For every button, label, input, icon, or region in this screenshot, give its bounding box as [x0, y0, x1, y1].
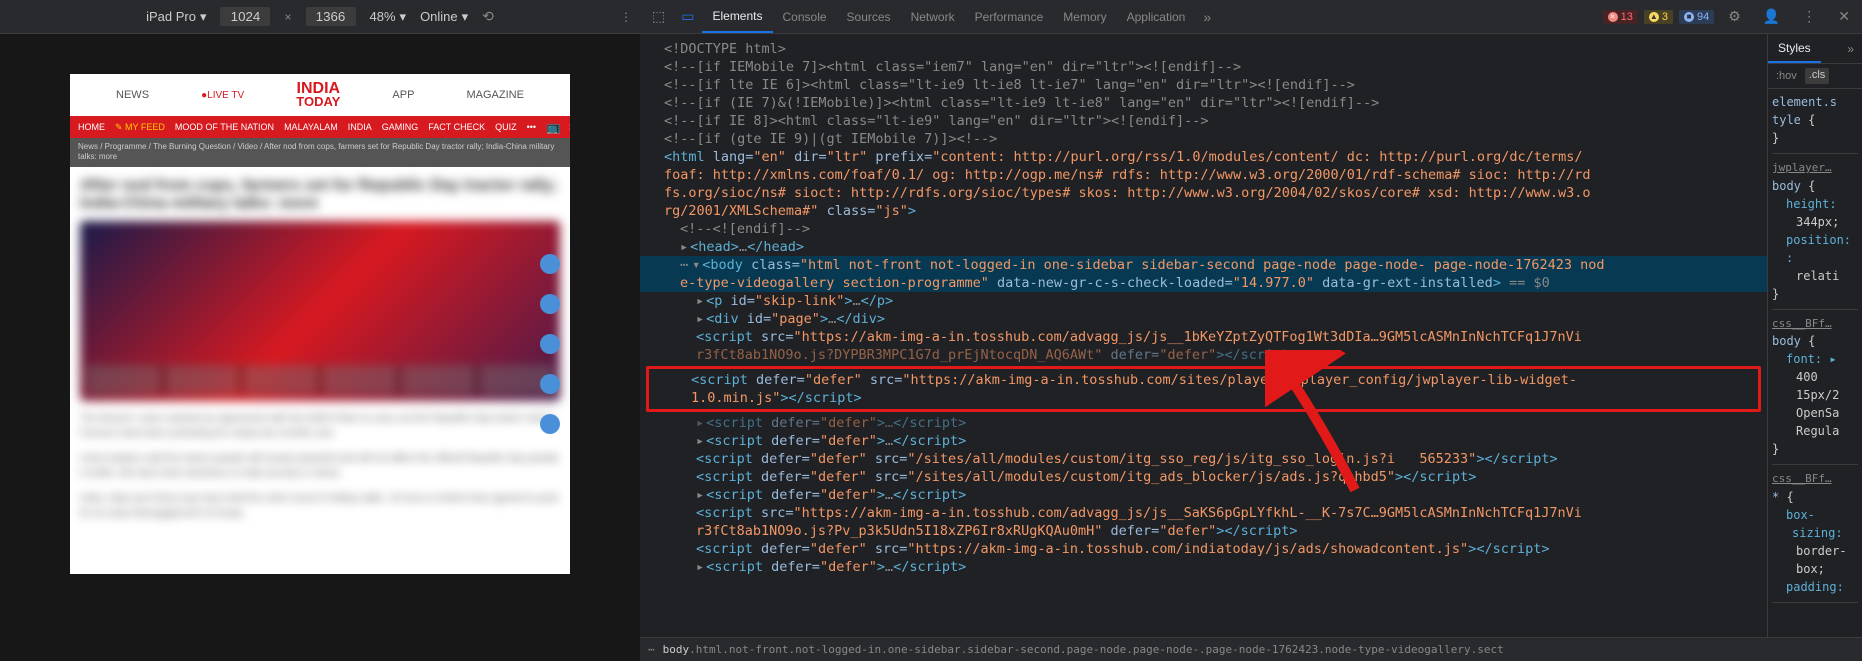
- user-icon[interactable]: 👤: [1755, 8, 1788, 25]
- kebab-menu-icon[interactable]: ⋮: [620, 10, 632, 24]
- page-div-element[interactable]: ▸<div id="page">…</div>: [640, 310, 1767, 328]
- error-badge[interactable]: ×13: [1603, 10, 1638, 24]
- info-badge[interactable]: ■94: [1679, 10, 1714, 24]
- element-breadcrumb[interactable]: ⋯ body.html.not-front.not-logged-in.one-…: [640, 637, 1862, 661]
- tv-icon[interactable]: 📺: [546, 120, 561, 134]
- site-logo[interactable]: INDIATODAY: [296, 82, 340, 108]
- em-icon[interactable]: [540, 414, 560, 434]
- tab-memory[interactable]: Memory: [1053, 2, 1116, 32]
- tab-elements[interactable]: Elements: [702, 1, 772, 33]
- html-element[interactable]: <html lang="en" dir="ltr" prefix="conten…: [640, 148, 1767, 166]
- cls-toggle[interactable]: .cls: [1805, 68, 1830, 84]
- cat-factcheck[interactable]: FACT CHECK: [428, 122, 485, 132]
- script-element[interactable]: <script src="https://akm-img-a-in.tosshu…: [640, 504, 1767, 522]
- cat-gaming[interactable]: GAMING: [382, 122, 419, 132]
- device-select[interactable]: iPad Pro ▾: [146, 9, 206, 25]
- styles-filter: :hov .cls: [1768, 64, 1862, 89]
- height-input[interactable]: [306, 7, 356, 26]
- body-element[interactable]: ⋯▾<body class="html not-front not-logged…: [640, 256, 1767, 274]
- nav-news[interactable]: NEWS: [116, 89, 149, 101]
- chevron-down-icon: ▾: [400, 9, 407, 25]
- fb-icon[interactable]: [540, 254, 560, 274]
- inspect-icon[interactable]: ⬚: [644, 8, 673, 25]
- devtools-tabs: ⬚ ▭ Elements Console Sources Network Per…: [640, 0, 1862, 34]
- dimension-separator: ×: [284, 10, 291, 24]
- tab-console[interactable]: Console: [773, 2, 837, 32]
- webpage-preview[interactable]: NEWS ●LIVE TV INDIATODAY APP MAGAZINE HO…: [70, 74, 570, 574]
- kebab-icon[interactable]: ⋮: [1794, 8, 1824, 25]
- script-element[interactable]: ▸<script defer="defer">…</script>: [640, 432, 1767, 450]
- cat-myfeed[interactable]: ✎ MY FEED: [115, 122, 165, 133]
- cat-malayalam[interactable]: MALAYALAM: [284, 122, 338, 132]
- script-element[interactable]: <script defer="defer" src="/sites/all/mo…: [640, 468, 1767, 486]
- tab-sources[interactable]: Sources: [837, 2, 901, 32]
- device-preview-panel: iPad Pro ▾ × 48% ▾ Online ▾ ⟲ ⋮ NEWS ●LI…: [0, 0, 640, 661]
- close-icon[interactable]: ✕: [1830, 8, 1858, 25]
- preview-viewport: NEWS ●LIVE TV INDIATODAY APP MAGAZINE HO…: [0, 34, 640, 661]
- script-element[interactable]: <script src="https://akm-img-a-in.tosshu…: [640, 328, 1767, 346]
- tab-styles[interactable]: Styles: [1768, 35, 1821, 63]
- share-icon[interactable]: ⇆: [569, 120, 570, 134]
- cat-quiz[interactable]: QUIZ: [495, 122, 517, 132]
- throttle-select[interactable]: Online ▾: [420, 9, 468, 25]
- rotate-icon[interactable]: ⟲: [482, 8, 494, 25]
- category-bar: HOME ✎ MY FEED MOOD OF THE NATION MALAYA…: [70, 116, 570, 138]
- head-element[interactable]: ▸<head>…</head>: [640, 238, 1767, 256]
- page-breadcrumb: News / Programme / The Burning Question …: [70, 138, 570, 167]
- device-toolbar: iPad Pro ▾ × 48% ▾ Online ▾ ⟲ ⋮: [0, 0, 640, 34]
- chevron-down-icon: ▾: [200, 9, 207, 25]
- chevron-down-icon: ▾: [462, 9, 469, 25]
- width-input[interactable]: [220, 7, 270, 26]
- page-header: NEWS ●LIVE TV INDIATODAY APP MAGAZINE: [70, 74, 570, 116]
- script-element[interactable]: <script defer="defer" src="/sites/all/mo…: [640, 450, 1767, 468]
- highlighted-script[interactable]: <script defer="defer" src="https://akm-i…: [646, 366, 1761, 412]
- styles-content[interactable]: element.s tyle { } jwplayer… body { heig…: [1768, 89, 1862, 637]
- devtools-panel: ⬚ ▭ Elements Console Sources Network Per…: [640, 0, 1862, 661]
- styles-panel: Styles » :hov .cls element.s tyle { } jw…: [1767, 34, 1862, 637]
- skip-link-element[interactable]: ▸<p id="skip-link">…</p>: [640, 292, 1767, 310]
- cat-mood[interactable]: MOOD OF THE NATION: [175, 122, 274, 132]
- script-element[interactable]: <script defer="defer" src="https://akm-i…: [640, 540, 1767, 558]
- nav-app[interactable]: APP: [392, 89, 414, 101]
- cat-india[interactable]: INDIA: [348, 122, 372, 132]
- wa-icon[interactable]: [540, 334, 560, 354]
- video-player[interactable]: [80, 221, 560, 401]
- social-icons: [540, 254, 560, 434]
- tab-performance[interactable]: Performance: [965, 2, 1054, 32]
- gear-icon[interactable]: ⚙: [1720, 8, 1749, 25]
- tw-icon[interactable]: [540, 294, 560, 314]
- header-icons: 📺 ⇆ 🔍 👤: [546, 120, 570, 134]
- more-tabs-icon[interactable]: »: [1195, 9, 1219, 25]
- nav-magazine[interactable]: MAGAZINE: [466, 89, 523, 101]
- hov-toggle[interactable]: :hov: [1772, 68, 1801, 84]
- script-element[interactable]: ▸<script defer="defer">…</script>: [640, 558, 1767, 576]
- nav-livetv[interactable]: ●LIVE TV: [201, 90, 244, 101]
- dom-tree[interactable]: <!DOCTYPE html> <!--[if IEMobile 7]><htm…: [640, 34, 1767, 637]
- rd-icon[interactable]: [540, 374, 560, 394]
- device-toggle-icon[interactable]: ▭: [673, 8, 702, 25]
- script-element[interactable]: ▸<script defer="defer">…</script>: [640, 414, 1767, 432]
- article-content: After nod from cops, farmers set for Rep…: [70, 167, 570, 541]
- warning-badge[interactable]: ▲3: [1644, 10, 1673, 24]
- zoom-select[interactable]: 48% ▾: [370, 9, 407, 25]
- cat-home[interactable]: HOME: [78, 122, 105, 132]
- tab-network[interactable]: Network: [901, 2, 965, 32]
- tab-application[interactable]: Application: [1117, 2, 1196, 32]
- more-tabs-icon[interactable]: »: [1839, 42, 1862, 56]
- script-element[interactable]: ▸<script defer="defer">…</script>: [640, 486, 1767, 504]
